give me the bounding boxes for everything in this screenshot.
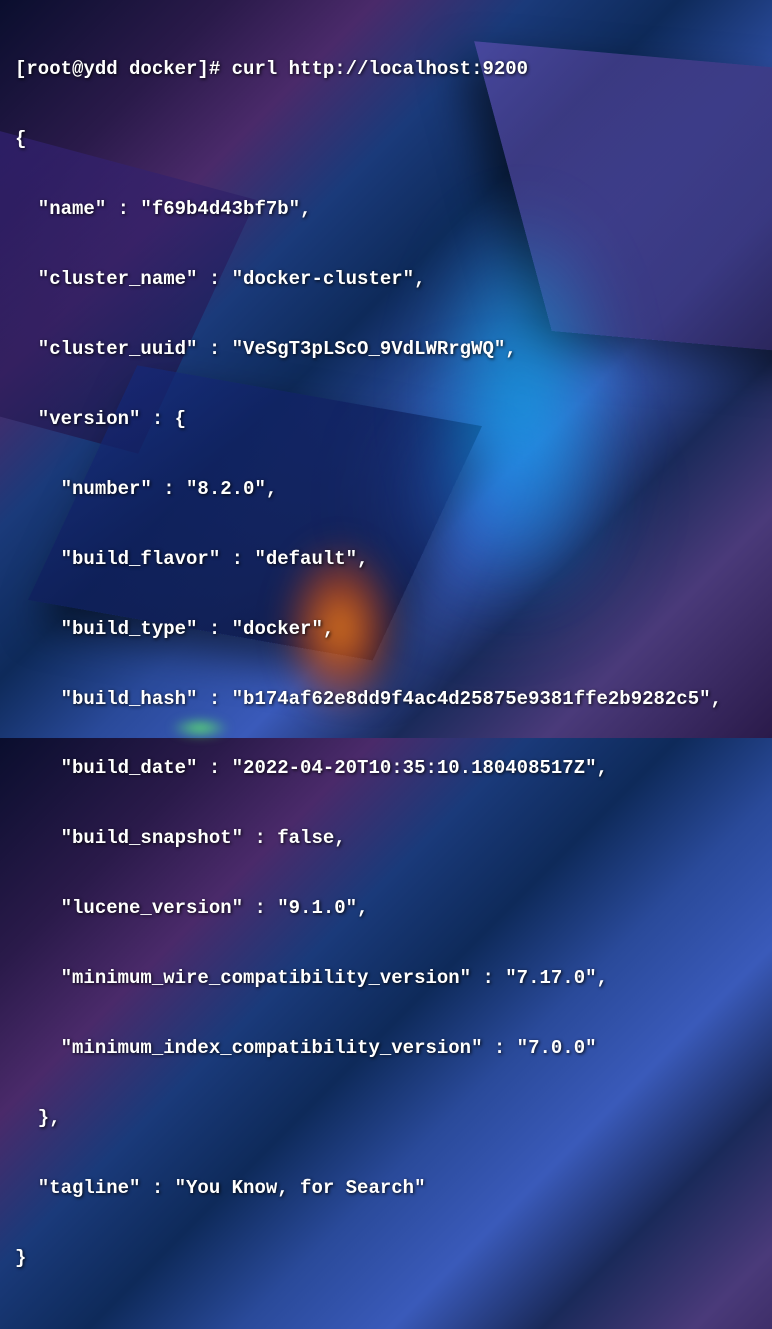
shell-prompt: [root@ydd docker]# (15, 58, 232, 80)
json-lucene-version: "lucene_version" : "9.1.0", (15, 889, 757, 929)
json-min-wire: "minimum_wire_compatibility_version" : "… (15, 959, 757, 999)
json-build-flavor: "build_flavor" : "default", (15, 540, 757, 580)
json-build-date: "build_date" : "2022-04-20T10:35:10.1804… (15, 749, 757, 789)
json-version-close: }, (15, 1099, 757, 1139)
json-cluster-name: "cluster_name" : "docker-cluster", (15, 260, 757, 300)
json-min-index: "minimum_index_compatibility_version" : … (15, 1029, 757, 1069)
json-tagline: "tagline" : "You Know, for Search" (15, 1169, 757, 1209)
json-number: "number" : "8.2.0", (15, 470, 757, 510)
json-name: "name" : "f69b4d43bf7b", (15, 190, 757, 230)
json-close-brace: } (15, 1239, 757, 1279)
terminal-output: [root@ydd docker]# curl http://localhost… (0, 0, 772, 1329)
json-build-snapshot: "build_snapshot" : false, (15, 819, 757, 859)
json-cluster-uuid: "cluster_uuid" : "VeSgT3pLScO_9VdLWRrgWQ… (15, 330, 757, 370)
json-open-brace: { (15, 120, 757, 160)
json-version-open: "version" : { (15, 400, 757, 440)
json-build-hash: "build_hash" : "b174af62e8dd9f4ac4d25875… (15, 680, 757, 720)
shell-command: curl http://localhost:9200 (232, 58, 528, 80)
json-build-type: "build_type" : "docker", (15, 610, 757, 650)
